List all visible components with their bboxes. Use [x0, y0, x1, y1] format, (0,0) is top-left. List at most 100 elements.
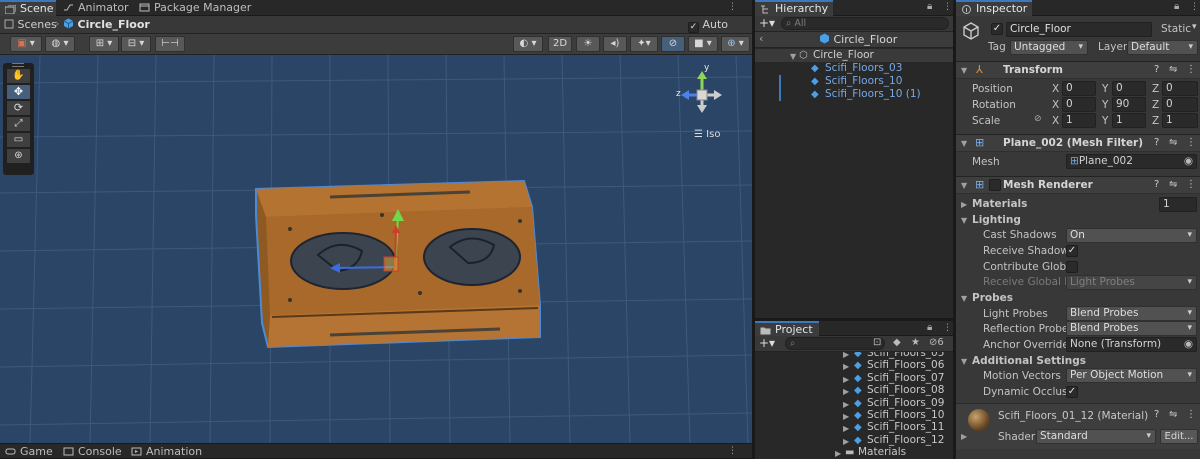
breadcrumb-object[interactable]: Circle_Floor: [63, 18, 150, 31]
ruler-button[interactable]: ⊢⊣: [155, 36, 185, 52]
global-local-button[interactable]: ◍ ▾: [45, 36, 75, 52]
collapse-arrow-icon[interactable]: ▼: [961, 181, 967, 190]
layer-dropdown[interactable]: Default: [1127, 40, 1198, 55]
scale-tool-icon[interactable]: ⤢: [7, 117, 30, 131]
object-picker-icon[interactable]: ◉: [1184, 155, 1193, 168]
hidden-objects-button[interactable]: ⊘: [661, 36, 685, 52]
preset-icon[interactable]: ⇋: [1169, 137, 1177, 148]
receive-shadows-checkbox[interactable]: ✓: [1066, 245, 1078, 257]
orientation-gizmo[interactable]: y z: [672, 63, 732, 125]
toggle-2d-button[interactable]: 2D: [548, 36, 572, 52]
static-dropdown-icon[interactable]: ▾: [1192, 22, 1197, 32]
hierarchy-search-input[interactable]: ⌕ All: [781, 17, 949, 30]
palette-grip[interactable]: [12, 63, 24, 67]
project-item[interactable]: ▶ ◆ Scifi_Floors_12: [755, 434, 953, 446]
cast-shadows-dropdown[interactable]: On: [1066, 228, 1197, 243]
active-checkbox[interactable]: ✓: [991, 23, 1003, 35]
hidden-packages-toggle[interactable]: ⊘6: [929, 337, 944, 348]
effects-button[interactable]: ✦▾: [630, 36, 658, 52]
project-item[interactable]: ▶ ◆ Scifi_Floors_07: [755, 372, 953, 384]
transform-scale-x-field[interactable]: 1: [1062, 113, 1096, 128]
search-by-type-icon[interactable]: ⊡: [873, 337, 881, 348]
component-menu-icon[interactable]: ⋮: [1186, 64, 1196, 75]
anchor-override-field[interactable]: None (Transform) ◉: [1066, 337, 1197, 352]
bottom-panel-menu-icon[interactable]: ⋮: [728, 446, 737, 456]
transform-scale-z-field[interactable]: 1: [1162, 113, 1198, 128]
project-item[interactable]: ▶ ◆ Scifi_Floors_11: [755, 421, 953, 433]
motion-vectors-dropdown[interactable]: Per Object Motion: [1066, 368, 1197, 383]
project-item[interactable]: ▶ ◆ Scifi_Floors_10: [755, 409, 953, 421]
project-add-button[interactable]: +▾: [759, 336, 775, 350]
project-item[interactable]: ▶ ◆ Scifi_Floors_08: [755, 384, 953, 396]
filter-icon[interactable]: ★: [911, 337, 920, 348]
help-icon[interactable]: ?: [1154, 409, 1159, 420]
collapse-arrow-icon[interactable]: ▼: [961, 139, 967, 148]
collapse-arrow-icon[interactable]: ▼: [961, 66, 967, 75]
project-item[interactable]: ▶ ◆ Scifi_Floors_05: [755, 352, 953, 359]
hierarchy-child-row[interactable]: ◆ Scifi_Floors_03: [755, 62, 953, 75]
dynamic-occlusion-checkbox[interactable]: ✓: [1066, 386, 1078, 398]
hierarchy-root-row[interactable]: ▼ ⬡ Circle_Floor: [755, 49, 953, 62]
preset-icon[interactable]: ⇋: [1169, 409, 1177, 420]
shader-dropdown[interactable]: Standard: [1036, 429, 1156, 444]
mesh-filter-header[interactable]: ▼ ⊞ Plane_002 (Mesh Filter) ? ⇋ ⋮: [956, 134, 1200, 152]
constrain-proportions-icon[interactable]: ⊘: [1034, 114, 1042, 124]
rect-tool-icon[interactable]: ▭: [7, 133, 30, 147]
help-icon[interactable]: ?: [1154, 137, 1159, 148]
project-lock-icon[interactable]: 🔒︎: [927, 322, 932, 333]
search-by-label-icon[interactable]: ◆: [893, 337, 901, 348]
additional-settings-foldout-icon[interactable]: ▼: [961, 357, 967, 366]
move-tool-icon[interactable]: ✥: [7, 85, 30, 99]
shading-mode-button[interactable]: ◐ ▾: [513, 36, 543, 52]
transform-tool-icon[interactable]: ⊛: [7, 149, 30, 163]
hierarchy-child-row[interactable]: ◆ Scifi_Floors_10: [755, 75, 953, 88]
scene-viewport[interactable]: ✋ ✥ ⟳ ⤢ ▭ ⊛ y z ☰ Iso: [0, 55, 752, 443]
snap-increment-button[interactable]: ⊟ ▾: [121, 36, 151, 52]
grid-snap-button[interactable]: ⊞ ▾: [89, 36, 119, 52]
hierarchy-menu-icon[interactable]: ⋮: [943, 2, 952, 12]
camera-button[interactable]: ■ ▾: [688, 36, 718, 52]
object-picker-icon[interactable]: ◉: [1184, 338, 1193, 351]
transform-rotation-x-field[interactable]: 0: [1062, 97, 1096, 112]
tab-game[interactable]: Game: [0, 444, 56, 459]
lighting-foldout-icon[interactable]: ▼: [961, 216, 967, 225]
hierarchy-lock-icon[interactable]: 🔒︎: [927, 1, 932, 12]
hand-tool-icon[interactable]: ✋: [7, 69, 30, 83]
hierarchy-add-button[interactable]: +▾: [759, 16, 775, 30]
tab-animator[interactable]: Animator: [58, 0, 134, 16]
tab-package-manager[interactable]: Package Manager: [134, 0, 251, 16]
gizmos-button[interactable]: ⊕ ▾: [721, 36, 750, 52]
tag-dropdown[interactable]: Untagged: [1010, 40, 1088, 55]
transform-position-x-field[interactable]: 0: [1062, 81, 1096, 96]
mesh-renderer-enabled-checkbox[interactable]: [989, 179, 1001, 191]
help-icon[interactable]: ?: [1154, 179, 1159, 190]
tab-hierarchy[interactable]: Hierarchy: [755, 0, 833, 16]
hierarchy-child-row[interactable]: ◆ Scifi_Floors_10 (1): [755, 88, 953, 101]
transform-position-z-field[interactable]: 0: [1162, 81, 1198, 96]
mesh-field[interactable]: ⊞Plane_002 ◉: [1066, 154, 1197, 169]
project-menu-icon[interactable]: ⋮: [943, 323, 952, 333]
draw-mode-button[interactable]: ▣ ▾: [10, 36, 42, 52]
probes-foldout-icon[interactable]: ▼: [961, 294, 967, 303]
tab-scene[interactable]: Scene: [0, 0, 56, 16]
project-folder-row[interactable]: ▶ ▬ Materials: [755, 446, 953, 458]
transform-rotation-z-field[interactable]: 0: [1162, 97, 1198, 112]
tab-console[interactable]: Console: [58, 444, 124, 459]
material-foldout-icon[interactable]: ▶: [961, 432, 967, 441]
project-item[interactable]: ▶ ◆ Scifi_Floors_06: [755, 359, 953, 371]
preset-icon[interactable]: ⇋: [1169, 64, 1177, 75]
help-icon[interactable]: ?: [1154, 64, 1159, 75]
transform-scale-y-field[interactable]: 1: [1112, 113, 1146, 128]
view-mode-label[interactable]: ☰ Iso: [694, 129, 720, 140]
project-search-input[interactable]: ⌕: [785, 337, 885, 350]
project-item[interactable]: ▶ ◆ Scifi_Floors_09: [755, 397, 953, 409]
materials-foldout-icon[interactable]: ▶: [961, 200, 967, 209]
reflection-probes-dropdown[interactable]: Blend Probes: [1066, 321, 1197, 336]
mesh-renderer-header[interactable]: ▼ ⊞ Mesh Renderer ? ⇋ ⋮: [956, 176, 1200, 194]
prefab-back-button[interactable]: ‹: [759, 32, 763, 45]
light-probes-dropdown[interactable]: Blend Probes: [1066, 306, 1197, 321]
audio-button[interactable]: ◂): [603, 36, 627, 52]
component-menu-icon[interactable]: ⋮: [1186, 179, 1196, 190]
transform-header[interactable]: ▼ ⅄ Transform ? ⇋ ⋮: [956, 61, 1200, 79]
tab-project[interactable]: Project: [755, 321, 819, 337]
